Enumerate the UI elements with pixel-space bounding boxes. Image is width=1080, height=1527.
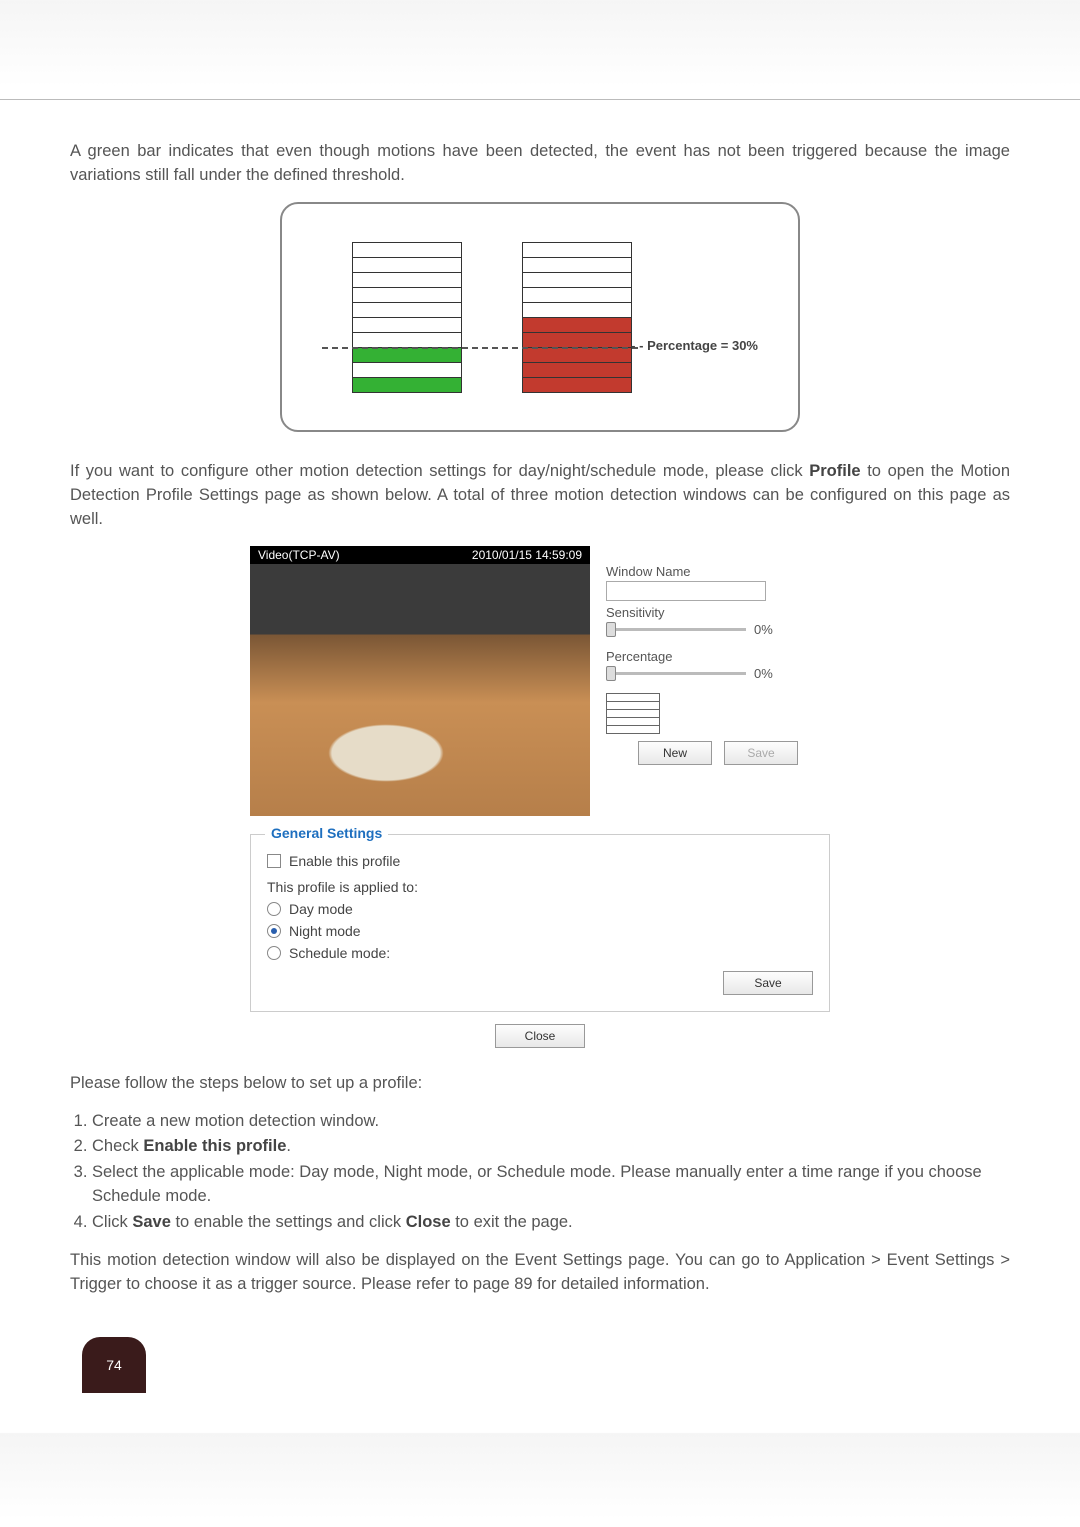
step-4: Click Save to enable the settings and cl…	[92, 1211, 1010, 1235]
sensitivity-slider[interactable]	[606, 628, 746, 631]
window-name-label: Window Name	[606, 564, 830, 579]
mini-bar-indicator	[606, 693, 830, 734]
schedule-mode-label: Schedule mode:	[289, 945, 390, 961]
close-button[interactable]: Close	[495, 1024, 585, 1048]
steps-list: Create a new motion detection window. Ch…	[70, 1110, 1010, 1236]
percentage-label: - - Percentage = 30%	[631, 338, 758, 353]
general-settings-fieldset: General Settings Enable this profile Thi…	[250, 834, 830, 1012]
profile-settings-screenshot: Video(TCP-AV) 2010/01/15 14:59:09 Window…	[250, 546, 830, 1048]
bar-stack-left	[352, 242, 462, 392]
step-3: Select the applicable mode: Day mode, Ni…	[92, 1161, 1010, 1209]
enable-profile-checkbox[interactable]	[267, 854, 281, 868]
step-1: Create a new motion detection window.	[92, 1110, 1010, 1134]
video-preview: Video(TCP-AV) 2010/01/15 14:59:09	[250, 546, 590, 816]
steps-intro: Please follow the steps below to set up …	[70, 1072, 1010, 1096]
intro-paragraph: A green bar indicates that even though m…	[70, 140, 1010, 188]
sensitivity-label: Sensitivity	[606, 605, 830, 620]
percentage-label-field: Percentage	[606, 649, 830, 664]
step-2: Check Enable this profile.	[92, 1135, 1010, 1159]
percentage-value: 0%	[754, 666, 773, 681]
closing-paragraph: This motion detection window will also b…	[70, 1249, 1010, 1297]
general-settings-legend: General Settings	[265, 825, 388, 841]
bar-stack-right	[522, 242, 632, 392]
day-mode-radio[interactable]	[267, 902, 281, 916]
new-button[interactable]: New	[638, 741, 712, 765]
save-button-panel[interactable]: Save	[724, 741, 798, 765]
window-name-input[interactable]	[606, 581, 766, 601]
schedule-mode-radio[interactable]	[267, 946, 281, 960]
motion-window-panel: Window Name Sensitivity 0% Percentage 0%	[606, 546, 830, 816]
video-timestamp: 2010/01/15 14:59:09	[472, 548, 582, 562]
percentage-slider[interactable]	[606, 672, 746, 675]
save-button[interactable]: Save	[723, 971, 813, 995]
threshold-line	[322, 347, 638, 349]
percentage-diagram: - - Percentage = 30%	[280, 202, 800, 432]
video-title: Video(TCP-AV)	[258, 548, 340, 562]
night-mode-radio[interactable]	[267, 924, 281, 938]
applied-to-label: This profile is applied to:	[267, 879, 418, 895]
night-mode-label: Night mode	[289, 923, 361, 939]
enable-profile-label: Enable this profile	[289, 853, 400, 869]
profile-paragraph: If you want to configure other motion de…	[70, 460, 1010, 532]
header-rule	[0, 0, 1080, 100]
day-mode-label: Day mode	[289, 901, 353, 917]
video-thumbnail	[250, 564, 590, 816]
page-number-tab: 74	[82, 1337, 146, 1393]
sensitivity-value: 0%	[754, 622, 773, 637]
page-body: A green bar indicates that even though m…	[0, 140, 1080, 1433]
